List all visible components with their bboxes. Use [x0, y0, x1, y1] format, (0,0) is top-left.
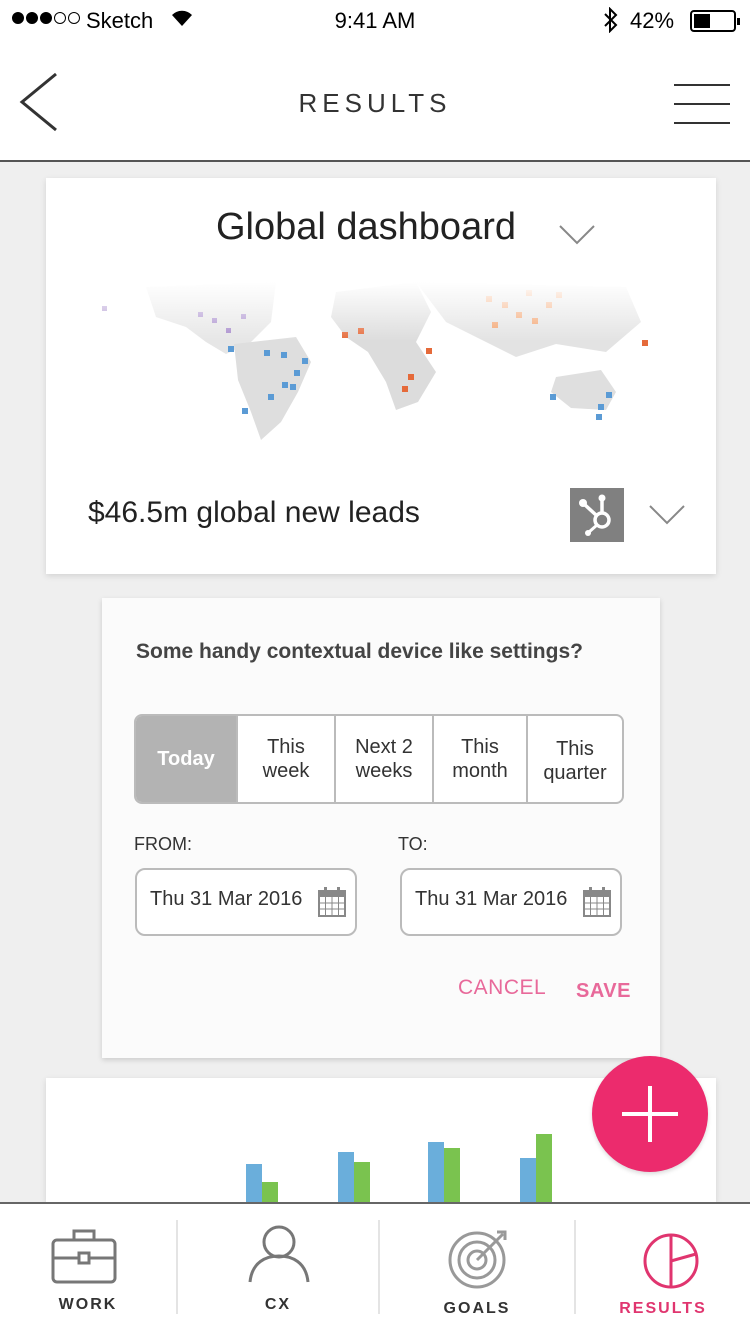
cancel-button[interactable]: CANCEL — [458, 976, 546, 1000]
dashboard-card: Global dashboard $46.5m global new leads — [46, 178, 716, 574]
person-icon — [248, 1225, 310, 1283]
battery-percent: 42% — [630, 8, 675, 33]
chart-bar-series1-3 — [428, 1142, 444, 1202]
tab-label-cx: CX — [264, 1296, 292, 1313]
chart-bar-series2-1 — [262, 1182, 278, 1202]
tab-work[interactable]: WORK — [0, 1204, 176, 1334]
tab-goals[interactable]: GOALS — [380, 1204, 574, 1334]
page-title: RESULTS — [298, 88, 452, 118]
tab-label-work: WORK — [58, 1296, 118, 1313]
dashboard-title: Global dashboard — [216, 206, 516, 248]
period-this-quarter[interactable]: This quarter — [526, 716, 622, 802]
world-map — [46, 282, 716, 452]
leads-summary: $46.5m global new leads — [88, 496, 420, 529]
chart-bar-series2-3 — [444, 1148, 460, 1202]
period-today[interactable]: Today — [136, 716, 236, 802]
from-date-field[interactable]: Thu 31 Mar 2016 — [135, 868, 357, 936]
chevron-down-icon[interactable] — [648, 504, 686, 526]
save-button[interactable]: SAVE — [576, 980, 631, 1003]
to-label: TO: — [398, 834, 428, 854]
from-label: FROM: — [134, 834, 192, 854]
settings-question: Some handy contextual device like settin… — [136, 640, 583, 663]
to-date-field[interactable]: Thu 31 Mar 2016 — [400, 868, 622, 936]
chart-bar-series1-1 — [246, 1164, 262, 1202]
target-icon — [448, 1230, 507, 1289]
chevron-down-icon[interactable] — [558, 224, 596, 246]
calendar-icon — [318, 887, 346, 917]
hubspot-icon[interactable] — [570, 488, 624, 542]
chart-bar-series2-4 — [536, 1134, 552, 1202]
battery-icon — [690, 10, 740, 32]
navigation-bar: RESULTS — [0, 40, 750, 162]
status-bar: Sketch 9:41 AM 42% — [0, 0, 750, 40]
period-this-month[interactable]: This month — [432, 716, 526, 802]
tab-bar: WORK CX GOALS RESULTS — [0, 1202, 750, 1334]
chart-bar-series1-2 — [338, 1152, 354, 1202]
tab-label-results: RESULTS — [619, 1300, 707, 1317]
period-next-2-weeks[interactable]: Next 2 weeks — [334, 716, 432, 802]
briefcase-icon — [51, 1229, 117, 1284]
period-selector: Today This week Next 2 weeks This month … — [134, 714, 624, 804]
menu-button[interactable] — [674, 82, 732, 126]
tab-label-goals: GOALS — [443, 1300, 511, 1317]
pie-chart-icon — [643, 1233, 699, 1289]
date-settings-panel: Some handy contextual device like settin… — [102, 598, 660, 1058]
bluetooth-icon — [602, 6, 620, 39]
period-this-week[interactable]: This week — [236, 716, 334, 802]
chart-bar-series1-4 — [520, 1158, 536, 1202]
chart-bar-series2-2 — [354, 1162, 370, 1202]
add-button[interactable] — [592, 1056, 708, 1172]
to-date-value: Thu 31 Mar 2016 — [415, 888, 568, 910]
calendar-icon — [583, 887, 611, 917]
tab-results[interactable]: RESULTS — [576, 1204, 750, 1334]
tab-cx[interactable]: CX — [178, 1204, 378, 1334]
from-date-value: Thu 31 Mar 2016 — [150, 888, 303, 910]
